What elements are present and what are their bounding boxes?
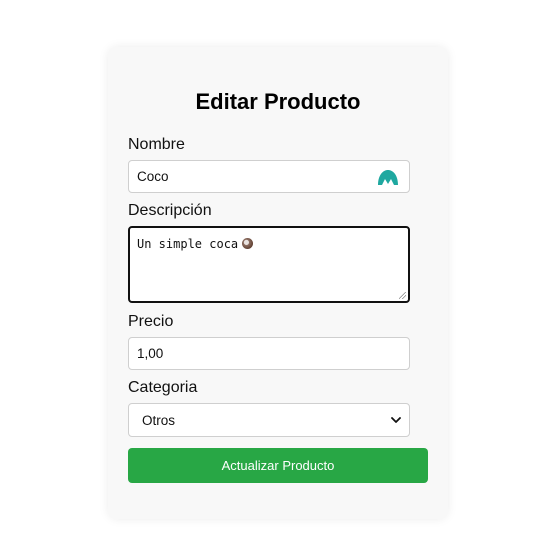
coconut-icon (242, 238, 254, 249)
update-product-button[interactable]: Actualizar Producto (128, 448, 428, 483)
chevron-down-icon (391, 417, 401, 423)
category-label: Categoria (128, 379, 198, 396)
description-value: Un simple coca (137, 237, 239, 251)
description-textarea[interactable]: Un simple coca (128, 226, 410, 303)
price-input-value: 1,00 (137, 346, 164, 361)
resize-handle-icon[interactable] (399, 292, 406, 299)
name-input[interactable]: Coco (128, 160, 410, 193)
edit-product-card: Editar Producto Nombre Coco Descripción … (108, 47, 448, 519)
category-select[interactable]: Otros (128, 403, 410, 437)
description-label: Descripción (128, 202, 212, 219)
password-manager-icon[interactable] (377, 169, 399, 186)
price-label: Precio (128, 313, 174, 330)
category-selected-value: Otros (142, 412, 176, 428)
page-title: Editar Producto (195, 89, 361, 114)
name-label: Nombre (128, 136, 185, 153)
name-input-value: Coco (137, 169, 169, 184)
price-input[interactable]: 1,00 (128, 337, 410, 370)
